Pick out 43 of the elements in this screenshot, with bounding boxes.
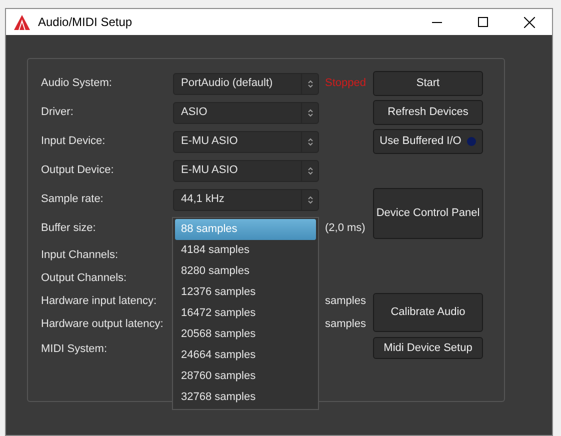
unit-label: samples — [324, 317, 367, 332]
dropdown-option[interactable]: 28760 samples — [175, 366, 316, 387]
dropdown[interactable]: 44,1 kHz — [173, 188, 319, 210]
dropdown-option[interactable]: 32768 samples — [175, 387, 316, 408]
push-button[interactable]: Calibrate Audio — [373, 293, 483, 332]
close-icon[interactable] — [524, 16, 534, 28]
unit-label: (2,0 ms) — [324, 221, 366, 236]
dropdown-option[interactable]: 4184 samples — [175, 240, 316, 261]
up-down-arrows-icon — [308, 166, 312, 174]
app-logo-icon — [14, 14, 30, 30]
dropdown-option[interactable]: 8280 samples — [175, 261, 316, 282]
dropdown-option[interactable]: 24664 samples — [175, 345, 316, 366]
field-label: Buffer size: — [41, 221, 97, 236]
dropdown[interactable]: PortAudio (default) — [173, 72, 319, 94]
up-down-arrows-icon — [308, 196, 312, 204]
dropdown-option[interactable]: 12376 samples — [175, 282, 316, 303]
dropdown-option[interactable]: 16472 samples — [175, 303, 316, 324]
dropdown[interactable]: E-MU ASIO — [173, 160, 319, 182]
maximize-icon[interactable] — [478, 17, 488, 27]
push-button[interactable]: Refresh Devices — [373, 100, 483, 125]
up-down-arrows-icon — [308, 138, 312, 146]
field-label: Hardware input latency: — [41, 294, 158, 310]
window-title: Audio/MIDI Setup — [38, 14, 134, 31]
up-down-arrows-icon — [308, 108, 312, 116]
field-label: MIDI System: — [41, 342, 108, 357]
status-text: Stopped — [324, 76, 367, 92]
field-label: Audio System: — [41, 76, 113, 92]
field-label: Output Device: — [41, 163, 115, 178]
field-label: Input Device: — [41, 134, 106, 150]
push-button[interactable]: Device Control Panel — [373, 188, 483, 239]
dropdown[interactable]: E-MU ASIO — [173, 130, 319, 152]
push-button[interactable]: Midi Device Setup — [373, 337, 483, 359]
unit-label: samples — [324, 294, 367, 310]
field-label: Hardware output latency: — [41, 317, 164, 332]
field-label: Sample rate: — [41, 192, 104, 208]
dropdown[interactable]: ASIO — [173, 102, 319, 124]
push-button[interactable]: Start — [373, 71, 483, 96]
dropdown-option[interactable]: 20568 samples — [175, 324, 316, 345]
up-down-arrows-icon — [308, 80, 312, 88]
field-label: Input Channels: — [41, 248, 120, 263]
field-label: Output Channels: — [41, 271, 128, 286]
toggle-button[interactable]: Use Buffered I/O — [373, 129, 483, 154]
field-label: Driver: — [41, 105, 74, 120]
